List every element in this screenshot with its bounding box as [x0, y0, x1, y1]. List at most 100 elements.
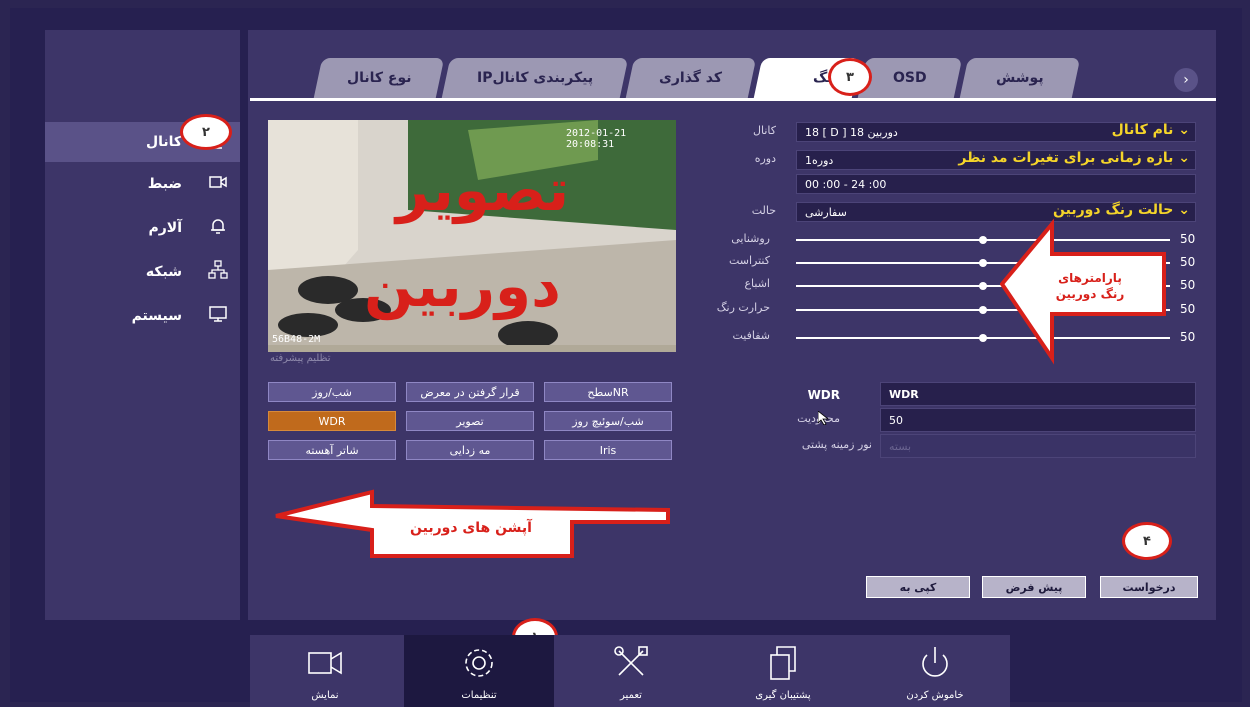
saturation-label: اشباع — [744, 277, 770, 290]
bottom-item-label: تنظیمات — [461, 690, 497, 701]
color-temp-value: 50 — [1180, 302, 1196, 316]
tab-privacy-mask[interactable]: پوشش — [959, 58, 1081, 98]
wdr-value: WDR — [889, 387, 919, 401]
sidebar-item-label: کانال — [145, 134, 182, 150]
network-icon — [208, 260, 228, 284]
display-icon — [303, 643, 347, 690]
sidebar-item-label: آلارم — [148, 220, 182, 236]
backlight-value: بسته — [889, 439, 912, 453]
mode-value: سفارشی — [805, 205, 847, 219]
option-exposure[interactable]: قرار گرفتن در معرض — [406, 382, 534, 402]
brightness-value: 50 — [1180, 232, 1196, 246]
bottom-item-backup[interactable]: پشتیبان گیری — [708, 635, 858, 707]
annotation-text: نام کانال — [1111, 122, 1174, 138]
camera-preview: تصویر دوربین 2012-01-21 20:08:31 56B48-2… — [268, 120, 676, 352]
annotation-text: بازه زمانی برای تغیرات مد نظر — [958, 150, 1174, 166]
tab-label: OSD — [893, 70, 927, 86]
saturation-value: 50 — [1180, 278, 1196, 292]
bottom-item-maintenance[interactable]: تعمیر — [556, 635, 706, 707]
power-icon — [913, 643, 957, 690]
tab-osd[interactable]: OSD — [857, 58, 963, 98]
bottom-item-label: نمایش — [311, 690, 339, 701]
sidebar-item-label: شبکه — [145, 264, 182, 280]
backlight-select[interactable]: بسته — [880, 434, 1196, 458]
annotation-text: حالت رنگ دوربین — [1053, 202, 1174, 218]
monitor-icon — [208, 304, 228, 328]
camera-options-callout-text: آپشن های دوربین — [410, 520, 532, 536]
option-slow-shutter[interactable]: شاتر آهسته — [268, 440, 396, 460]
sidebar-item-alarm[interactable]: آلارم — [45, 208, 240, 248]
mouse-cursor-icon — [817, 410, 830, 426]
brightness-label: روشنایی — [731, 232, 770, 245]
copy-to-button[interactable]: کپی به — [866, 576, 970, 598]
slider-knob[interactable] — [979, 236, 987, 244]
tab-underline — [250, 98, 1216, 101]
slider-knob[interactable] — [979, 334, 987, 342]
tab-ip-channel-config[interactable]: IPپیکربندی کانال — [441, 58, 629, 98]
sidebar-item-network[interactable]: شبکه — [45, 252, 240, 292]
sidebar-item-label: سیستم — [131, 308, 182, 324]
sharpness-label: شفافیت — [732, 329, 770, 342]
limit-input[interactable]: 50 — [880, 408, 1196, 432]
preview-cam-id: 56B48-2M — [272, 334, 321, 345]
period-label: دوره — [754, 152, 776, 165]
tab-label: پوشش — [996, 70, 1044, 86]
option-defog[interactable]: مه زدایی — [406, 440, 534, 460]
bottom-item-shutdown[interactable]: خاموش کردن — [860, 635, 1010, 707]
bottom-item-settings[interactable]: تنظیمات — [404, 635, 554, 707]
channel-name-annotation: نام کانال ⌄ — [1111, 122, 1190, 138]
period-value: 1دوره — [805, 153, 834, 167]
advanced-settings-label: تظلیم پیشرفته — [270, 353, 331, 364]
backlight-label: نور زمینه پشتی — [801, 438, 872, 451]
contrast-label: کنتراست — [728, 254, 770, 267]
sidebar-item-label: ضبط — [147, 176, 182, 192]
wdr-label: WDR — [807, 388, 840, 402]
preview-overlay-text-1: تصویر — [396, 156, 570, 224]
chevron-right-icon[interactable]: › — [1174, 68, 1198, 92]
tab-channel-type[interactable]: نوع کانال — [313, 58, 445, 98]
bottom-item-display[interactable]: نمایش — [250, 635, 400, 707]
sidebar-item-record[interactable]: ضبط — [45, 164, 240, 204]
bottom-item-label: تعمیر — [620, 690, 642, 701]
sidebar-item-system[interactable]: سیستم — [45, 296, 240, 336]
tab-encoding[interactable]: کد گذاری — [625, 58, 757, 98]
preview-overlay-text-2: دوربین — [364, 252, 561, 320]
callout-line: پارامترهای — [1058, 271, 1122, 285]
wdr-select[interactable]: WDR — [880, 382, 1196, 406]
bell-icon — [208, 216, 228, 240]
bottom-item-label: پشتیبان گیری — [755, 690, 811, 701]
option-nr-level[interactable]: سطحNR — [544, 382, 672, 402]
apply-button[interactable]: درخواست — [1100, 576, 1198, 598]
period-annotation: بازه زمانی برای تغیرات مد نظر ⌄ — [958, 150, 1190, 166]
tab-label: کد گذاری — [659, 70, 723, 86]
slider-knob[interactable] — [979, 306, 987, 314]
bottom-item-label: خاموش کردن — [906, 690, 964, 701]
option-image[interactable]: تصویر — [406, 411, 534, 431]
option-day-night-switch[interactable]: شب/سوئیچ روز — [544, 411, 672, 431]
video-record-icon — [208, 172, 228, 196]
tab-label: نوع کانال — [346, 70, 412, 86]
copy-icon — [761, 643, 805, 690]
slider-knob[interactable] — [979, 259, 987, 267]
limit-value: 50 — [889, 413, 903, 427]
tools-icon — [609, 643, 653, 690]
sharpness-value: 50 — [1180, 330, 1196, 344]
step-badge-2: ۲ — [180, 114, 232, 150]
preview-timestamp: 2012-01-21 20:08:31 — [566, 128, 627, 150]
color-temp-label: حرارت رنگ — [716, 301, 770, 314]
gear-icon — [457, 643, 501, 690]
mode-label: حالت — [751, 204, 776, 217]
slider-knob[interactable] — [979, 282, 987, 290]
step-badge-4: ۴ — [1122, 522, 1172, 560]
period-time-range[interactable]: 00 :00 - 24 :00 — [796, 174, 1196, 194]
channel-value: 18 [ D ] 18 دوربین — [805, 125, 898, 139]
option-wdr[interactable]: WDR — [268, 411, 396, 431]
step-badge-3: ۳ — [828, 58, 872, 96]
time-range-value: 00 :00 - 24 :00 — [805, 177, 887, 191]
callout-line: رنگ دوربین — [1055, 287, 1125, 301]
mode-annotation: حالت رنگ دوربین ⌄ — [1053, 202, 1190, 218]
default-button[interactable]: پیش فرض — [982, 576, 1086, 598]
option-day-night[interactable]: شب/روز — [268, 382, 396, 402]
channel-label: کانال — [753, 124, 776, 137]
option-iris[interactable]: Iris — [544, 440, 672, 460]
